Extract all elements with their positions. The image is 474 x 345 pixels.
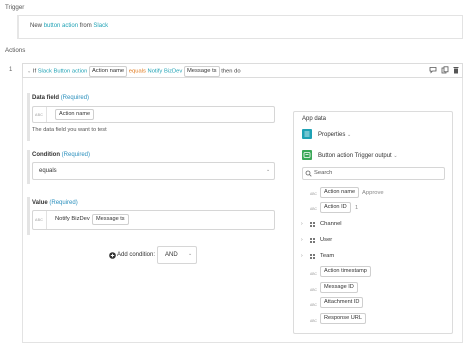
trigger-from: from: [79, 23, 92, 29]
data-field-required: (Required): [60, 95, 90, 101]
step-subject[interactable]: Slack Button action: [38, 69, 88, 75]
list-icon: [302, 129, 312, 139]
step-number: 1: [9, 67, 13, 73]
tree-item-message-id[interactable]: Message ID: [320, 282, 358, 293]
value-label: Value (Required): [32, 200, 78, 206]
data-field-label: Data field (Required): [32, 95, 89, 101]
properties-dropdown[interactable]: Properties ⌄: [318, 132, 351, 138]
trash-icon[interactable]: [452, 66, 460, 76]
app-data-title: App data: [302, 116, 327, 122]
source-label: Button action: [318, 153, 354, 159]
add-condition-selected: AND: [165, 252, 178, 258]
tree-item-team[interactable]: Team: [320, 253, 334, 259]
source-sub: Trigger output: [354, 153, 392, 159]
step-if: If: [32, 68, 37, 75]
trigger-section-label: Trigger: [5, 4, 25, 11]
step-summary: ⌄ If Slack Button action Action name equ…: [27, 66, 241, 77]
item-type-tag: ABC: [310, 319, 317, 323]
step-value-chip: Message ts: [183, 66, 220, 77]
comment-icon[interactable]: [429, 66, 437, 76]
step-operator: equals: [128, 68, 146, 75]
object-icon: [310, 254, 315, 259]
data-field-label-text: Data field: [32, 95, 60, 101]
data-field-chip: Action name: [55, 109, 95, 120]
chevron-down-icon: ⌄: [393, 153, 398, 159]
object-icon: [310, 222, 315, 227]
chevron-down-icon[interactable]: ⌄: [27, 69, 31, 75]
value-label-text: Value: [32, 200, 48, 206]
item-type-tag: ABC: [310, 288, 317, 292]
tree-item-action-id-value: 1: [355, 205, 359, 211]
condition-selected-value: equals: [39, 168, 57, 174]
condition-label: Condition (Required): [32, 152, 90, 158]
condition-required: (Required): [61, 152, 91, 158]
tree-item-attachment-id[interactable]: Attachment ID: [320, 297, 364, 308]
actions-section-label: Actions: [5, 47, 26, 54]
step-then: then do: [221, 68, 241, 75]
object-icon: [310, 238, 315, 243]
search-icon: [305, 170, 312, 179]
chevron-down-icon[interactable]: ⌄: [266, 167, 270, 173]
field-accent-bar: [27, 197, 30, 235]
chevron-right-icon[interactable]: ›: [301, 237, 303, 243]
value-type-tag: ABC: [35, 218, 43, 222]
trigger-prefix: New: [30, 23, 43, 29]
trigger-app-link[interactable]: Slack: [93, 23, 108, 29]
add-condition-label: Add condition:: [117, 252, 156, 258]
condition-label-text: Condition: [32, 152, 60, 158]
chevron-right-icon[interactable]: ›: [301, 221, 303, 227]
data-field-type-tag: ABC: [35, 113, 43, 117]
data-field-help: The data field you want to test: [32, 127, 107, 133]
source-dropdown[interactable]: Button action Trigger output ⌄: [318, 153, 398, 159]
field-accent-bar: [27, 93, 30, 141]
chevron-down-icon[interactable]: ⌄: [188, 251, 192, 257]
tree-item-user[interactable]: User: [320, 237, 332, 243]
item-type-tag: ABC: [310, 207, 317, 211]
value-required: (Required): [49, 200, 78, 206]
slack-icon: [302, 150, 312, 160]
trigger-summary: New button action from Slack: [30, 23, 108, 29]
trigger-event-link[interactable]: button action: [44, 23, 78, 29]
item-type-tag: ABC: [310, 303, 317, 307]
condition-select[interactable]: [32, 162, 275, 180]
item-type-tag: ABC: [310, 192, 317, 196]
value-text: Notify BizDev: [55, 216, 90, 222]
tree-item-action-name-value: Approve: [362, 190, 384, 196]
tree-item-action-name[interactable]: Action name: [320, 187, 360, 198]
item-type-tag: ABC: [310, 272, 317, 276]
value-chip: Message ts: [92, 214, 129, 225]
tree-item-action-timestamp[interactable]: Action timestamp: [320, 266, 371, 277]
field-accent-bar: [27, 150, 30, 184]
search-placeholder: Search: [314, 170, 333, 176]
step-field-chip: Action name: [88, 66, 128, 77]
tree-item-action-id[interactable]: Action ID: [320, 202, 351, 213]
chevron-down-icon: ⌄: [347, 132, 352, 138]
properties-label: Properties: [318, 132, 346, 138]
plus-circle-icon[interactable]: [109, 252, 116, 261]
step-value-text: Notify BizDev: [147, 68, 183, 75]
tree-item-response-url[interactable]: Response URL: [320, 313, 366, 324]
chevron-right-icon[interactable]: ›: [301, 253, 303, 259]
app-data-panel: [293, 111, 453, 334]
copy-icon[interactable]: [441, 66, 449, 76]
tree-item-channel[interactable]: Channel: [320, 221, 342, 227]
